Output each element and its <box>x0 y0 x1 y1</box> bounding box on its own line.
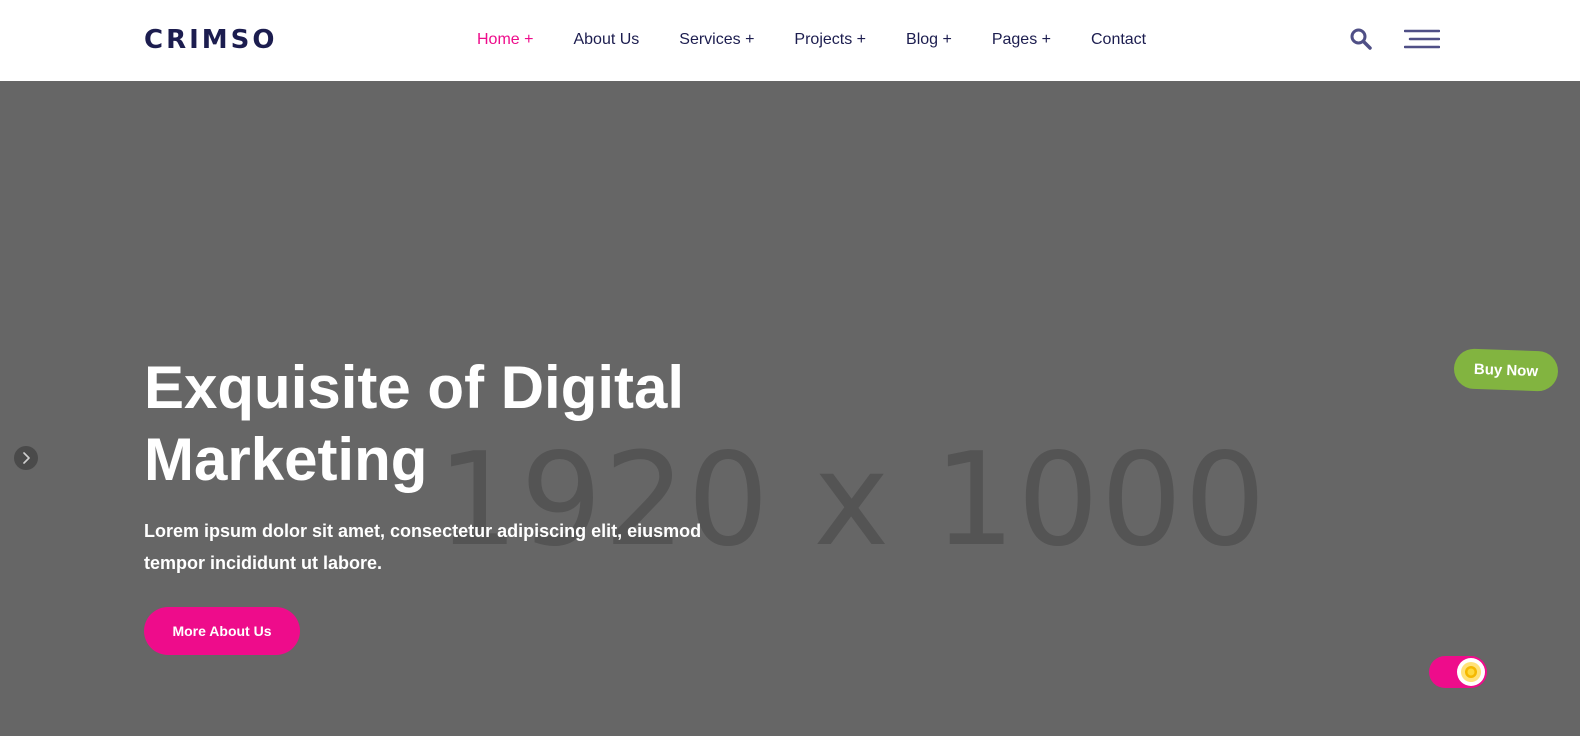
search-icon[interactable] <box>1349 27 1373 51</box>
more-about-us-button[interactable]: More About Us <box>144 607 300 655</box>
nav-item-blog[interactable]: Blog + <box>906 29 952 51</box>
buy-now-button[interactable]: Buy Now <box>1453 348 1559 392</box>
main-nav: Home + About Us Services + Projects + Bl… <box>477 29 1186 51</box>
sun-icon <box>1461 662 1481 682</box>
nav-item-about-us[interactable]: About Us <box>573 29 639 51</box>
hero-slider: 1920 x 1000 Exquisite of Digital Marketi… <box>0 81 1580 736</box>
hero-title-line-1: Exquisite of Digital <box>144 354 685 421</box>
toggle-knob <box>1457 658 1485 686</box>
hero-description-line-1: Lorem ipsum dolor sit amet, consectetur … <box>144 521 702 541</box>
hero-description-line-2: tempor incididunt ut labore. <box>144 553 382 573</box>
site-header: CRIMSO Home + About Us Services + Projec… <box>0 0 1580 81</box>
hamburger-menu-icon[interactable] <box>1403 28 1441 50</box>
slider-prev-button[interactable] <box>14 446 38 470</box>
nav-item-pages[interactable]: Pages + <box>992 29 1051 51</box>
theme-toggle[interactable] <box>1429 656 1487 688</box>
nav-item-contact[interactable]: Contact <box>1091 29 1146 51</box>
hero-title: Exquisite of Digital Marketing <box>144 352 764 496</box>
nav-item-projects[interactable]: Projects + <box>794 29 866 51</box>
chevron-right-icon <box>23 452 30 464</box>
nav-item-services[interactable]: Services + <box>679 29 754 51</box>
hero-description: Lorem ipsum dolor sit amet, consectetur … <box>144 515 704 579</box>
hero-title-line-2: Marketing <box>144 426 428 493</box>
nav-item-home[interactable]: Home + <box>477 29 533 51</box>
site-logo[interactable]: CRIMSO <box>144 25 277 55</box>
